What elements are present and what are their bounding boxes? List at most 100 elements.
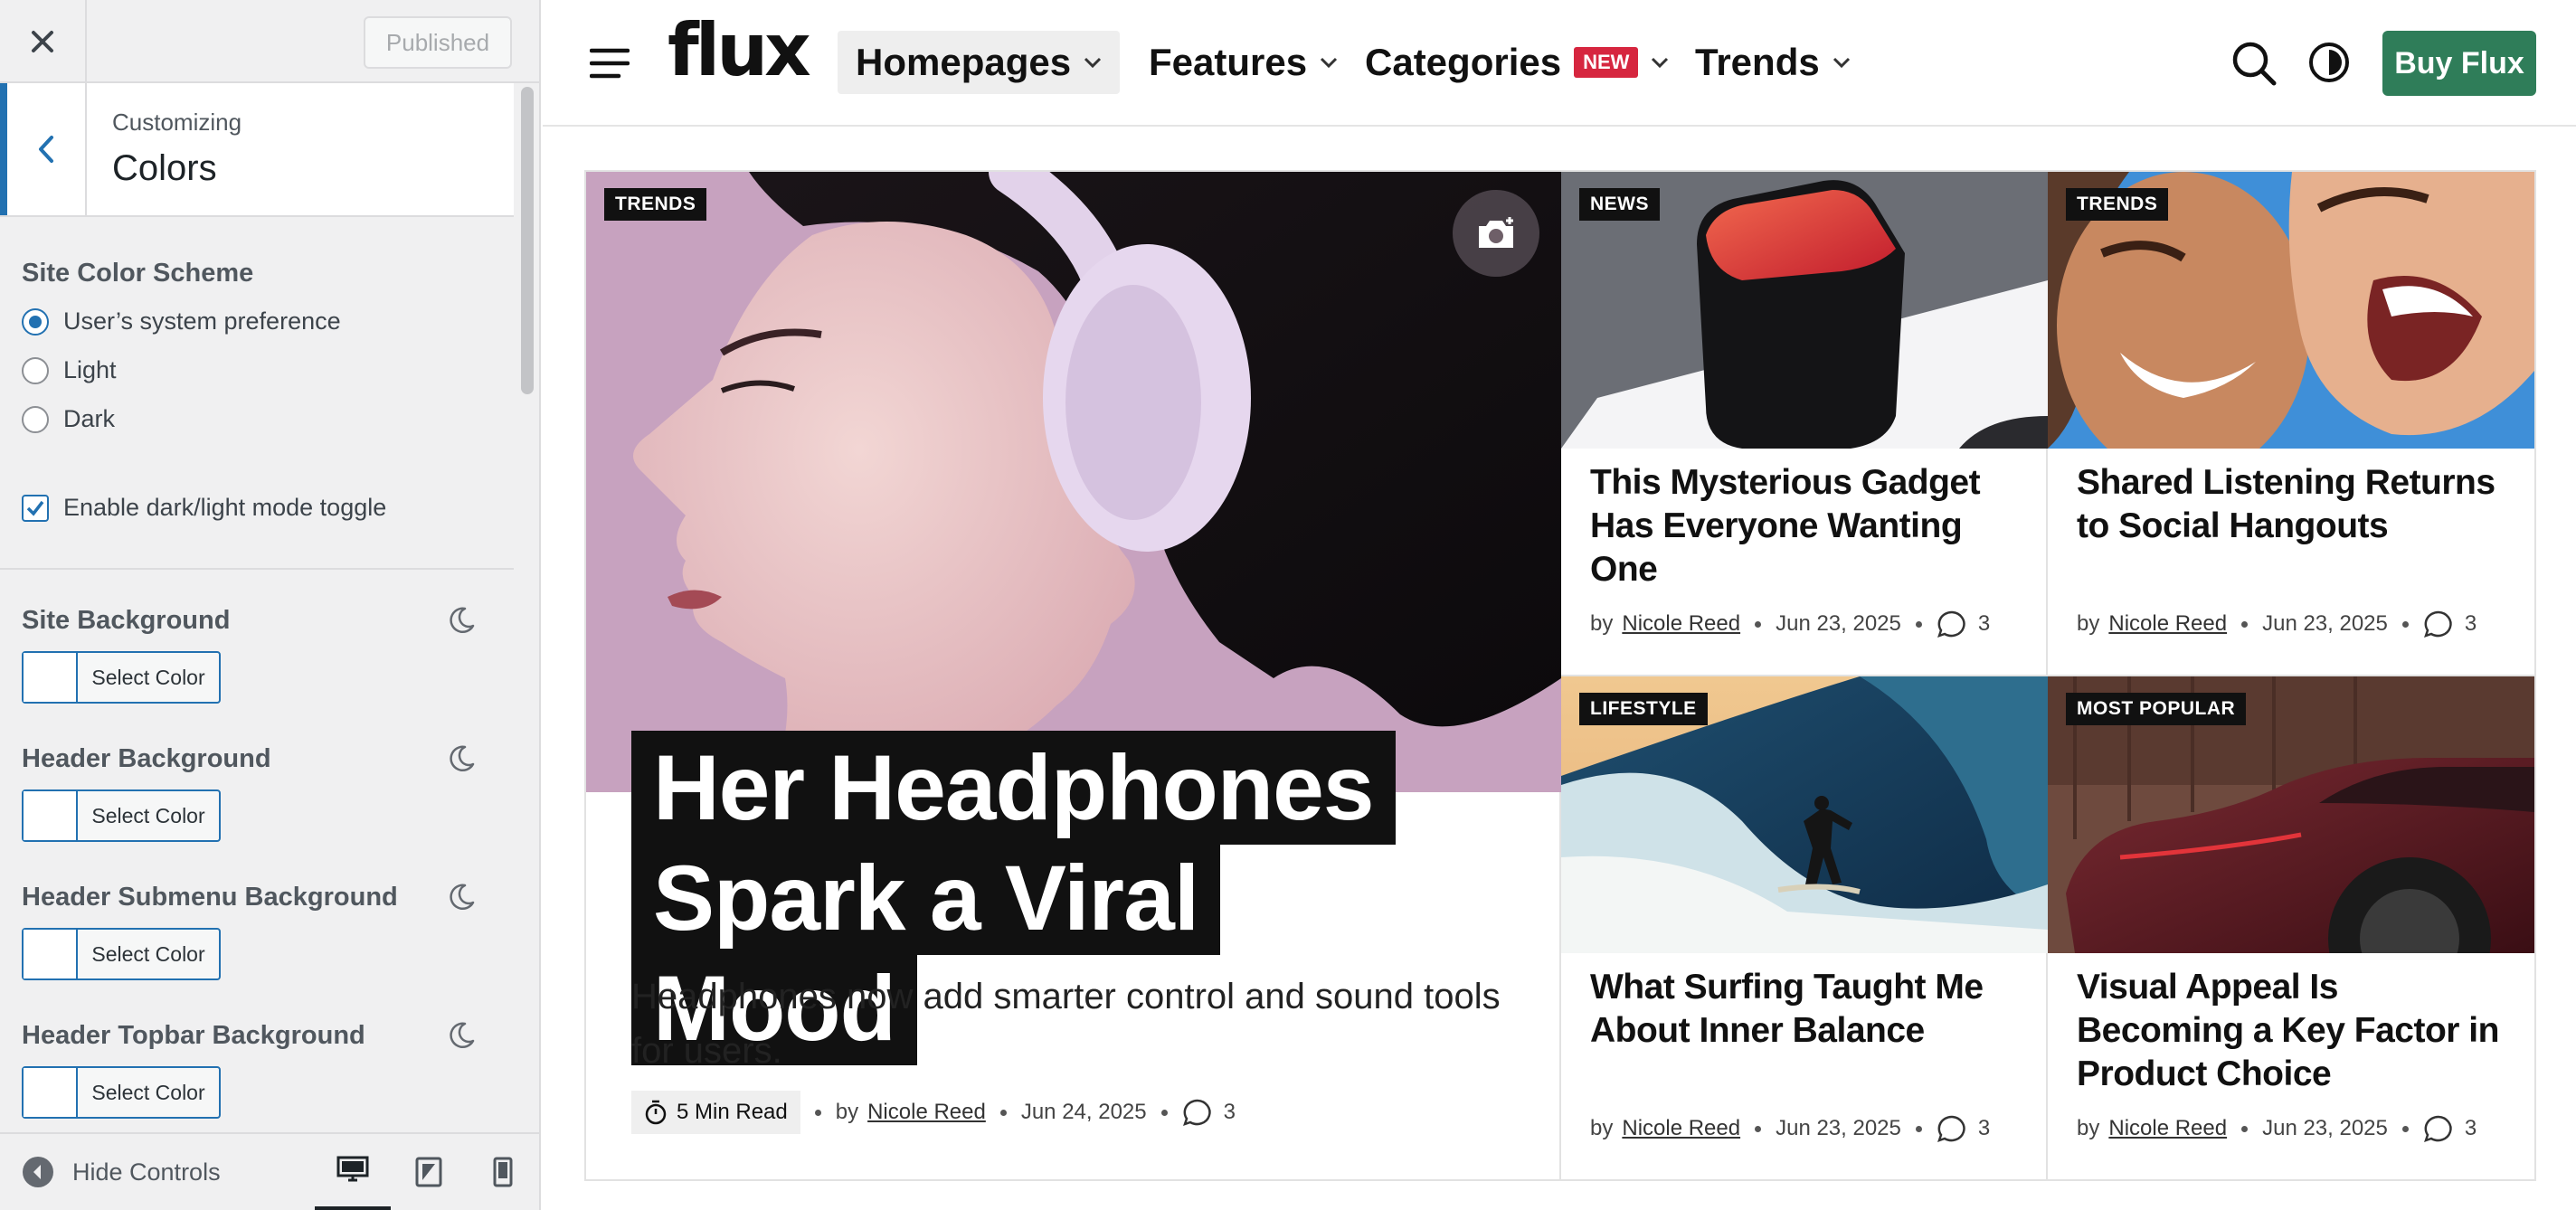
read-time: 5 Min Read (677, 1100, 788, 1124)
search-icon[interactable] (2230, 40, 2278, 87)
nav-homepages[interactable]: Homepages (838, 31, 1121, 94)
radio[interactable] (22, 405, 49, 433)
nav-label: Trends (1695, 41, 1820, 83)
toggle-label: Enable dark/light mode toggle (63, 494, 387, 521)
comments-link[interactable]: 3 (1937, 610, 1990, 638)
car-image[interactable]: MOST POPULAR (2048, 676, 2534, 953)
featured-posts-grid: TRENDS Her Headphones Spark a Viral Mood… (584, 170, 2536, 1181)
by-label: by (2077, 611, 2100, 636)
by-label: by (2077, 1116, 2100, 1140)
gadget-image[interactable]: NEWS (1561, 172, 2048, 449)
color-swatch (24, 791, 78, 840)
comment-count: 3 (1977, 611, 1991, 636)
author-link[interactable]: Nicole Reed (867, 1100, 986, 1125)
option-label: Dark (63, 405, 116, 432)
published-button[interactable]: Published (364, 16, 512, 69)
site-background-label: Site Background (22, 606, 231, 635)
separator-dot (2401, 620, 2409, 628)
post-date: Jun 23, 2025 (1776, 611, 1901, 636)
post-date: Jun 23, 2025 (1776, 1116, 1901, 1140)
preview-mobile-button[interactable] (465, 1134, 541, 1210)
contrast-toggle-icon[interactable] (2308, 42, 2350, 83)
post-card[interactable]: TRENDS Shared Listening Returns to Socia… (2048, 172, 2534, 676)
nav-categories[interactable]: Categories NEW (1347, 31, 1687, 94)
category-tag[interactable]: NEWS (1579, 188, 1660, 221)
comments-link[interactable]: 3 (1182, 1098, 1236, 1127)
card-meta: by Nicole Reed Jun 23, 2025 3 (1590, 1114, 1990, 1143)
scrollbar-thumb[interactable] (521, 87, 534, 394)
moon-icon[interactable] (445, 881, 478, 913)
stopwatch-icon (645, 1100, 667, 1125)
hamburger-menu-icon[interactable] (590, 45, 630, 81)
moon-icon[interactable] (445, 604, 478, 637)
comments-link[interactable]: 3 (2423, 1114, 2477, 1143)
select-color-label: Select Color (91, 803, 205, 827)
post-date: Jun 23, 2025 (2262, 1116, 2388, 1140)
section-title: Colors (112, 148, 217, 188)
comments-link[interactable]: 3 (1937, 1114, 1990, 1143)
post-date: Jun 23, 2025 (2262, 611, 2388, 636)
header-submenu-background-color-button[interactable]: Select Color (22, 928, 221, 980)
author-link[interactable]: Nicole Reed (1622, 1116, 1740, 1141)
hero-image[interactable]: TRENDS (586, 172, 1561, 792)
checkbox-checked[interactable] (22, 494, 49, 522)
author-link[interactable]: Nicole Reed (2108, 1116, 2227, 1141)
author-link[interactable]: Nicole Reed (2108, 611, 2227, 637)
close-customizer-button[interactable] (0, 0, 87, 83)
hero-post[interactable]: TRENDS Her Headphones Spark a Viral Mood… (586, 172, 1561, 1179)
preview-tablet-button[interactable] (391, 1134, 467, 1210)
author-link[interactable]: Nicole Reed (1622, 611, 1740, 637)
moon-icon[interactable] (445, 742, 478, 775)
header-topbar-background-color-button[interactable]: Select Color (22, 1066, 221, 1119)
separator-dot (1915, 620, 1922, 628)
moon-icon[interactable] (445, 1019, 478, 1052)
post-card[interactable]: LIFESTYLE What Surfing Taught Me About I… (1561, 676, 2048, 1181)
category-tag[interactable]: TRENDS (2066, 188, 2169, 221)
color-swatch (24, 930, 78, 978)
tablet-icon (415, 1157, 442, 1187)
card-title[interactable]: Shared Listening Returns to Social Hango… (2077, 461, 2511, 548)
post-card[interactable]: MOST POPULAR Visual Appeal Is Becoming a… (2048, 676, 2534, 1181)
post-card[interactable]: NEWS This Mysterious Gadget Has Everyone… (1561, 172, 2048, 676)
header-submenu-background-label: Header Submenu Background (22, 883, 398, 912)
header-topbar-background-label: Header Topbar Background (22, 1021, 365, 1050)
dark-mode-toggle-setting[interactable]: Enable dark/light mode toggle (22, 494, 386, 522)
category-tag[interactable]: TRENDS (604, 188, 707, 221)
card-title[interactable]: Visual Appeal Is Becoming a Key Factor i… (2077, 966, 2511, 1096)
surfing-image[interactable]: LIFESTYLE (1561, 676, 2048, 953)
scheme-option-system[interactable]: User’s system preference (22, 307, 341, 336)
nav-label: Categories (1365, 41, 1562, 83)
option-label: User’s system preference (63, 307, 341, 335)
nav-trends[interactable]: Trends (1677, 31, 1869, 94)
category-tag[interactable]: MOST POPULAR (2066, 693, 2247, 725)
comment-count: 3 (2464, 611, 2477, 636)
color-swatch (24, 1068, 78, 1117)
section-header: Customizing Colors (0, 83, 514, 217)
hide-controls-button[interactable]: Hide Controls (22, 1156, 221, 1188)
header-background-color-button[interactable]: Select Color (22, 789, 221, 842)
hero-title-line-1[interactable]: Her Headphones (631, 731, 1396, 845)
separator-dot (1915, 1125, 1922, 1132)
camera-icon (1479, 217, 1513, 248)
card-title[interactable]: This Mysterious Gadget Has Everyone Want… (1590, 461, 2024, 591)
gallery-button[interactable] (1453, 190, 1539, 277)
scheme-option-light[interactable]: Light (22, 356, 117, 384)
category-tag[interactable]: LIFESTYLE (1579, 693, 1708, 725)
by-label: by (1590, 1116, 1614, 1140)
comment-count: 3 (2464, 1116, 2477, 1140)
comments-link[interactable]: 3 (2423, 610, 2477, 638)
scheme-option-dark[interactable]: Dark (22, 405, 115, 433)
customizer-footer: Hide Controls (0, 1132, 539, 1210)
site-background-color-button[interactable]: Select Color (22, 651, 221, 704)
separator-dot (814, 1109, 821, 1116)
desktop-icon (336, 1156, 369, 1182)
nav-features[interactable]: Features (1131, 31, 1356, 94)
buy-flux-button[interactable]: Buy Flux (2382, 31, 2536, 96)
card-title[interactable]: What Surfing Taught Me About Inner Balan… (1590, 966, 2024, 1053)
radio-checked[interactable] (22, 307, 49, 336)
radio[interactable] (22, 356, 49, 384)
friends-image[interactable]: TRENDS (2048, 172, 2534, 449)
site-logo[interactable]: flux (668, 14, 811, 87)
preview-desktop-button[interactable] (315, 1134, 391, 1210)
back-button[interactable] (0, 83, 87, 215)
